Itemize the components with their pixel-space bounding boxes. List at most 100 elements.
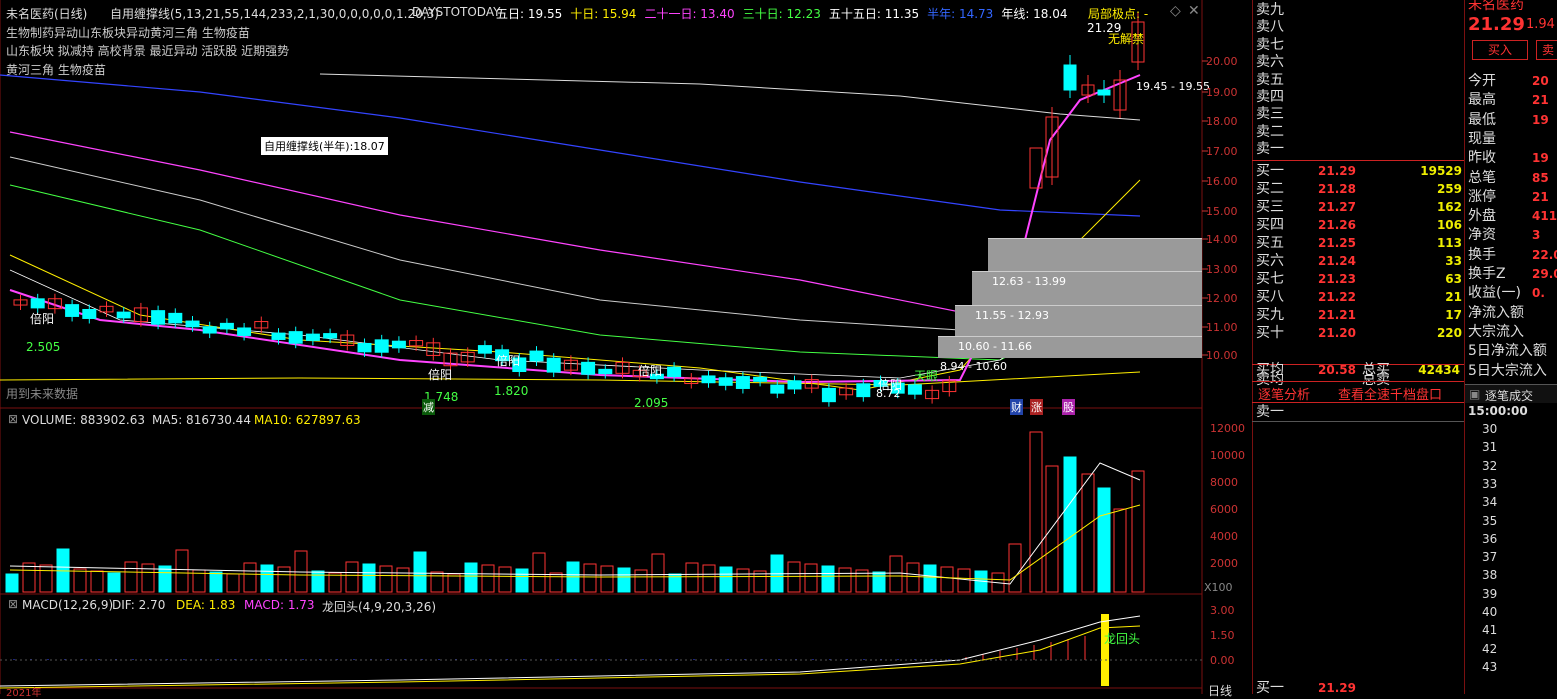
full-depth-tab[interactable]: 查看全速千档盘口 [1338, 384, 1442, 403]
sell-level-row[interactable]: 卖九 [1252, 2, 1464, 19]
level-side: 卖四 [1256, 89, 1284, 105]
buy-level-row[interactable]: 买五 21.25 113 [1252, 235, 1464, 252]
trades-time: 15:00:00 [1468, 404, 1528, 418]
volume-tick-label: 4000 [1210, 530, 1238, 543]
buy-level-row[interactable]: 买七 21.23 63 [1252, 271, 1464, 288]
stat-row: 现量 [1468, 130, 1496, 149]
dif-label: DIF: 2.70 [112, 598, 166, 612]
ma-legend-item: 五十五日: 11.35 [828, 7, 920, 21]
quote-panel: 卖九 卖八 卖七 卖六 卖五 卖四 卖三 卖二 卖一 买一 21.29 19529 买二 21.28 259… [1208, 0, 1557, 698]
period-label: 日线 [1208, 684, 1233, 698]
candle [374, 339, 389, 353]
reduce-holding-badge[interactable]: 减 [422, 399, 435, 415]
buy-level-row[interactable]: 买十 21.20 220 [1252, 325, 1464, 342]
volume-bar [906, 562, 920, 593]
level-price: 21.24 [1318, 254, 1356, 268]
candle [701, 375, 716, 384]
sell-level-row[interactable]: 卖八 [1252, 19, 1464, 36]
concept-line-3: 黄河三角 生物疫苗 [6, 63, 106, 77]
sell-level-row[interactable]: 卖四 [1252, 89, 1464, 106]
stat-key: 5日大宗流入 [1468, 362, 1547, 379]
trades-title[interactable]: 逐笔成交 [1485, 387, 1533, 404]
indicator-title: 自用缠撑线(5,13,21,55,144,233,2,1,30,0,0,0,0,… [110, 7, 439, 21]
level-price: 21.22 [1318, 290, 1356, 304]
ma-line [0, 74, 1141, 217]
sell-level-row[interactable]: 卖三 [1252, 106, 1464, 123]
candle [821, 387, 836, 403]
sell-level-row[interactable]: 卖七 [1252, 37, 1464, 54]
sell-level-row[interactable]: 卖二 [1252, 124, 1464, 141]
price-tick-label: 14.00 [1206, 233, 1238, 246]
volume-bar [39, 564, 53, 593]
volume-bar [481, 564, 495, 593]
level-vol: 259 [1436, 182, 1462, 196]
stat-row: 大宗流入 [1468, 323, 1524, 342]
price-tick-label: 15.00 [1206, 205, 1238, 218]
price-tick-label: 18.00 [1206, 115, 1238, 128]
level-side: 买四 [1256, 217, 1284, 233]
kline-chart-area[interactable]: 未名医药(日线) 自用缠撑线(5,13,21,55,144,233,2,1,30… [0, 0, 1252, 699]
stock-badge[interactable]: 股 [1062, 399, 1075, 415]
buy-level-row[interactable]: 买六 21.24 33 [1252, 253, 1464, 270]
level-vol: 162 [1436, 200, 1462, 214]
volume-bar [872, 571, 886, 593]
level-price: 21.26 [1318, 218, 1356, 232]
level-price: 21.28 [1318, 182, 1356, 196]
stat-key: 最高 [1468, 92, 1496, 109]
buy-level-row[interactable]: 买一 21.29 19529 [1252, 163, 1464, 180]
volume-bar [1081, 473, 1095, 593]
limit-up-badge[interactable]: 涨 [1030, 399, 1043, 415]
candle [288, 331, 303, 344]
volume-bar [260, 564, 274, 593]
stat-key: 总笔 [1468, 169, 1496, 186]
candle [82, 308, 97, 319]
candle [168, 312, 183, 324]
sell-level-row[interactable]: 卖一 [1252, 141, 1464, 158]
volume-label: VOLUME: 883902.63 [22, 413, 145, 427]
volume-bar [311, 570, 325, 593]
stat-row: 最低 19 [1468, 111, 1549, 130]
candle [30, 298, 45, 309]
candle [202, 326, 217, 334]
buy-level-row[interactable]: 买九 21.21 17 [1252, 307, 1464, 324]
buy-button[interactable]: 买入 [1472, 40, 1528, 60]
stat-key: 昨收 [1468, 150, 1496, 167]
sell-level-row[interactable]: 卖五 [1252, 72, 1464, 89]
avg-buy-value: 20.58 [1318, 363, 1356, 377]
volume-bar [719, 566, 733, 593]
volume-bar [515, 568, 529, 593]
avg-buy-label: 买均 [1256, 362, 1284, 378]
buy-level-row[interactable]: 买八 21.22 21 [1252, 289, 1464, 306]
buy-level-row[interactable]: 买二 21.28 259 [1252, 181, 1464, 198]
buy-level-row[interactable]: 买三 21.27 162 [1252, 199, 1464, 216]
stat-key: 收益(一) [1468, 285, 1521, 302]
price-tick-label: 10.00 [1206, 349, 1238, 362]
candle [856, 383, 871, 398]
diamond-icon[interactable]: ◇ [1170, 3, 1181, 19]
indicator-tooltip: 自用缠撑线(半年):18.07 [260, 136, 389, 156]
level-vol: 33 [1445, 254, 1462, 268]
sell-level-row[interactable]: 卖六 [1252, 54, 1464, 71]
volume-ma10-label: MA10: 627897.63 [254, 413, 361, 427]
close-icon[interactable]: ✕ [1188, 3, 1200, 19]
panel-toggle-icon[interactable]: ⊠ [8, 597, 18, 611]
trade-row: 41 [1482, 623, 1498, 638]
panel-toggle-icon[interactable]: ⊠ [8, 412, 18, 426]
level-side: 买七 [1256, 271, 1284, 287]
sell-button[interactable]: 卖 [1536, 40, 1557, 60]
buy-level-row[interactable]: 买四 21.26 106 [1252, 217, 1464, 234]
volume-bar [22, 562, 36, 593]
price-tick-label: 11.00 [1206, 321, 1238, 334]
volume-tick-label: 8000 [1210, 476, 1238, 489]
volume-bar [583, 563, 597, 593]
level-side: 卖二 [1256, 123, 1284, 140]
volume-bar [957, 568, 971, 593]
level-vol: 220 [1436, 326, 1462, 340]
level-side: 买九 [1256, 307, 1284, 323]
finance-badge[interactable]: 财 [1010, 399, 1023, 415]
extreme-label: 局部极点: - [1088, 7, 1149, 21]
level-price: 21.23 [1318, 272, 1356, 286]
volume-bar [1097, 487, 1111, 593]
macd-label: MACD(12,26,9) [22, 598, 114, 612]
tick-analysis-tab[interactable]: 逐笔分析 [1258, 384, 1310, 403]
